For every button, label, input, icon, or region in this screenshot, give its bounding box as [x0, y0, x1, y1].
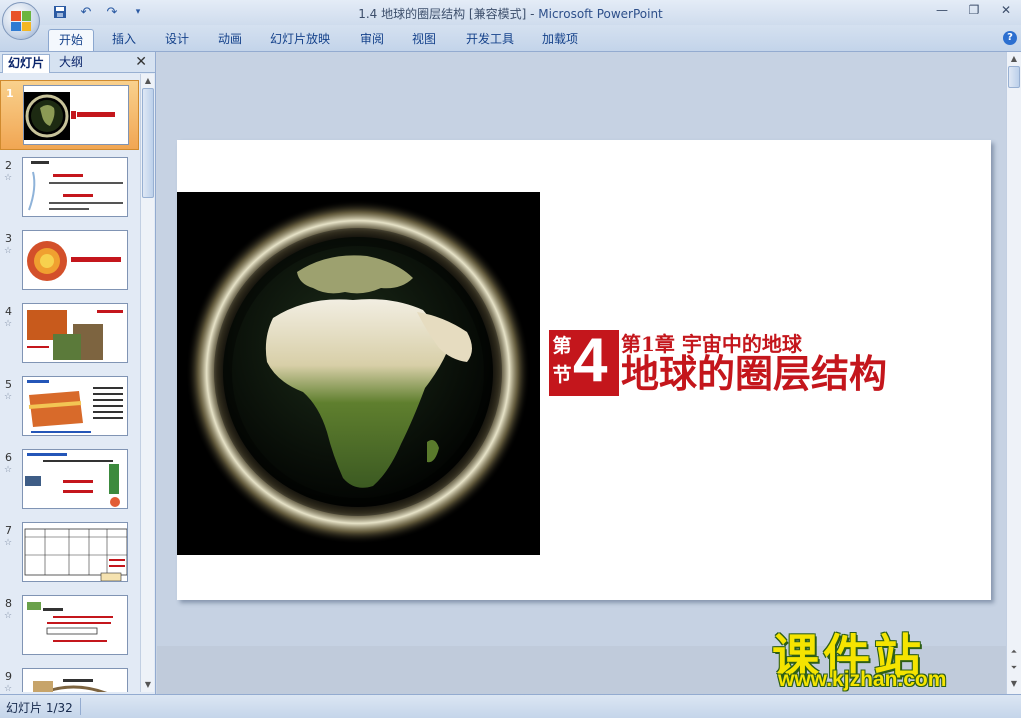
thumbnail-image [22, 449, 128, 509]
editor-scrollbar[interactable]: ▲ ⏶ ⏷ ▼ [1006, 52, 1021, 694]
slide-number: 1 [6, 87, 14, 100]
section-badge: 第节 4 [549, 326, 619, 396]
thumbnail-image [23, 85, 129, 145]
watermark-logo: 课件站 www.kjzhan.com [766, 618, 1006, 696]
thumbnail-image [22, 668, 128, 692]
animation-star-icon: ☆ [4, 684, 13, 692]
window-title-document: 1.4 地球的圈层结构 [兼容模式] [358, 7, 527, 21]
tab-animations[interactable]: 动画 [208, 29, 252, 51]
slide-number: 6 [5, 451, 12, 464]
slide-counter: 幻灯片 1/32 [6, 701, 73, 715]
tab-slide-show[interactable]: 幻灯片放映 [260, 29, 340, 51]
ribbon-tabs: 开始 插入 设计 动画 幻灯片放映 审阅 视图 开发工具 加载项 ? [0, 25, 1021, 52]
thumbnail-image [22, 230, 128, 290]
window-title-app: Microsoft PowerPoint [538, 7, 663, 21]
slides-panel: 幻灯片 大纲 ✕ 1 2 ☆ 3 ☆ 4 ☆ 5 ☆ 6 ☆ 7 ☆ 8 ☆ 9… [0, 52, 156, 694]
slide-number: 9 [5, 670, 12, 683]
editor-scrollbar-thumb[interactable] [1008, 66, 1020, 88]
tab-slides[interactable]: 幻灯片 [2, 54, 51, 73]
panel-scrollbar[interactable]: ▲ ▼ [140, 74, 154, 692]
help-icon[interactable]: ? [1003, 31, 1017, 45]
section-label: 第节 [551, 332, 573, 390]
earth-image[interactable] [177, 192, 540, 555]
tab-insert[interactable]: 插入 [102, 29, 146, 51]
slide-thumbnail-1[interactable]: 1 [0, 80, 139, 150]
scroll-up-icon[interactable]: ▲ [142, 75, 154, 87]
scroll-up-icon[interactable]: ▲ [1008, 53, 1020, 65]
scroll-down-icon[interactable]: ▼ [142, 679, 154, 691]
tab-outline[interactable]: 大纲 [54, 54, 88, 73]
office-logo-icon [11, 11, 31, 31]
animation-star-icon: ☆ [4, 538, 13, 548]
slide-thumbnail-2[interactable]: 2 ☆ [0, 153, 139, 223]
status-bar: 幻灯片 1/32 [0, 694, 1021, 718]
slide-thumbnail-7[interactable]: 7 ☆ [0, 518, 139, 588]
scroll-down-icon[interactable]: ▼ [1008, 678, 1020, 690]
thumbnail-image [22, 376, 128, 436]
slide-number: 3 [5, 232, 12, 245]
animation-star-icon: ☆ [4, 246, 13, 256]
slide-number: 2 [5, 159, 12, 172]
thumbnail-image [22, 522, 128, 582]
animation-star-icon: ☆ [4, 319, 13, 329]
thumbnail-image [22, 595, 128, 655]
slide-thumbnail-list: 1 2 ☆ 3 ☆ 4 ☆ 5 ☆ 6 ☆ 7 ☆ 8 ☆ 9 ☆ [0, 74, 139, 692]
section-number: 4 [573, 326, 608, 395]
animation-star-icon: ☆ [4, 465, 13, 475]
close-panel-icon[interactable]: ✕ [135, 54, 147, 70]
slide-number: 8 [5, 597, 12, 610]
restore-icon[interactable]: ❐ [965, 2, 983, 18]
thumbnail-image [22, 303, 128, 363]
slide-thumbnail-3[interactable]: 3 ☆ [0, 226, 139, 296]
window-title: 1.4 地球的圈层结构 [兼容模式] - Microsoft PowerPoin… [0, 5, 1021, 22]
slide-thumbnail-8[interactable]: 8 ☆ [0, 591, 139, 661]
window-controls: — ❐ ✕ [933, 2, 1015, 18]
status-divider [80, 698, 81, 715]
slide-number: 5 [5, 378, 12, 391]
slide-thumbnail-6[interactable]: 6 ☆ [0, 445, 139, 515]
slide-canvas[interactable]: 第节 4 第1章 宇宙中的地球 地球的圈层结构 [177, 140, 991, 600]
previous-slide-icon[interactable]: ⏶ [1008, 646, 1020, 658]
panel-tabs: 幻灯片 大纲 ✕ [0, 52, 155, 73]
window-title-separator: - [526, 7, 539, 21]
thumbnail-image [22, 157, 128, 217]
animation-star-icon: ☆ [4, 611, 13, 621]
tab-developer[interactable]: 开发工具 [456, 29, 524, 51]
minimize-icon[interactable]: — [933, 2, 951, 18]
slide-title[interactable]: 地球的圈层结构 [621, 352, 887, 396]
section-label-char: 第 [552, 335, 572, 357]
tab-add-ins[interactable]: 加载项 [532, 29, 588, 51]
slide-thumbnail-9[interactable]: 9 ☆ [0, 664, 139, 692]
animation-star-icon: ☆ [4, 392, 13, 402]
office-button[interactable] [2, 2, 40, 40]
section-label-char: 节 [552, 364, 572, 386]
animation-star-icon: ☆ [4, 173, 13, 183]
next-slide-icon[interactable]: ⏷ [1008, 662, 1020, 674]
watermark-url: www.kjzhan.com [778, 668, 947, 691]
slide-thumbnail-5[interactable]: 5 ☆ [0, 372, 139, 442]
tab-review[interactable]: 审阅 [350, 29, 394, 51]
tab-home[interactable]: 开始 [48, 29, 95, 51]
title-bar: ↶ ↷ ▾ 1.4 地球的圈层结构 [兼容模式] - Microsoft Pow… [0, 0, 1021, 25]
panel-scrollbar-thumb[interactable] [142, 88, 154, 198]
tab-design[interactable]: 设计 [155, 29, 199, 51]
slide-number: 4 [5, 305, 12, 318]
title-block: 第节 4 第1章 宇宙中的地球 地球的圈层结构 [549, 326, 969, 408]
slide-thumbnail-4[interactable]: 4 ☆ [0, 299, 139, 369]
tab-view[interactable]: 视图 [402, 29, 446, 51]
slide-number: 7 [5, 524, 12, 537]
close-icon[interactable]: ✕ [997, 2, 1015, 18]
